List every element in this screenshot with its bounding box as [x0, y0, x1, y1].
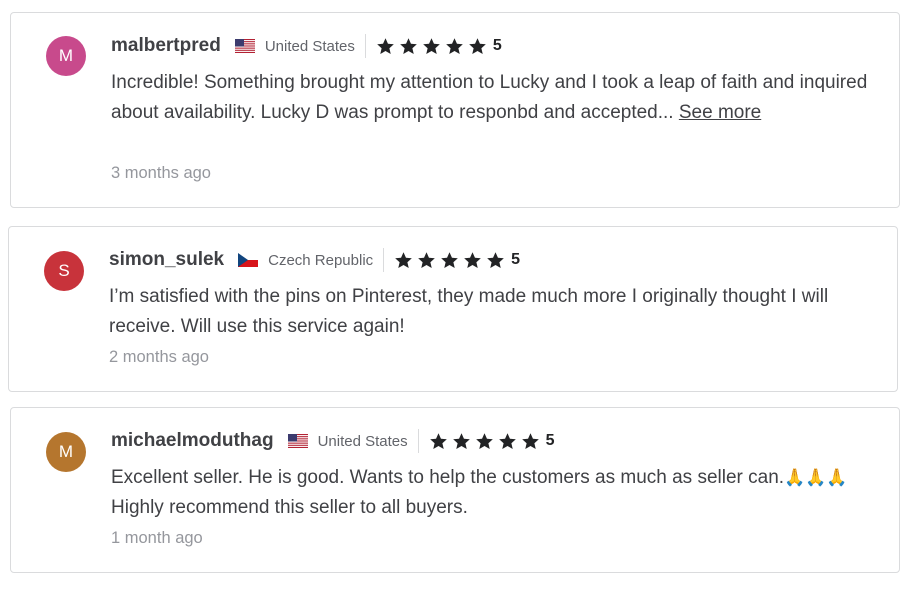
divider — [417, 429, 419, 453]
rating-value: 5 — [511, 251, 521, 268]
rating-value: 5 — [492, 37, 502, 54]
star-icon — [452, 432, 471, 451]
star-rating: 5 — [429, 432, 555, 451]
star-icon — [422, 37, 441, 56]
us-flag-icon — [235, 39, 255, 53]
review-body: Excellent seller. He is good. Wants to h… — [111, 467, 785, 488]
divider — [364, 34, 366, 58]
folded-hands-emoji: 🙏🙏🙏 — [784, 468, 848, 487]
avatar[interactable]: S — [44, 251, 84, 291]
star-icon — [440, 251, 459, 270]
us-flag-icon — [288, 434, 308, 448]
star-icon — [521, 432, 540, 451]
review-header: michaelmoduthag United States 5 — [111, 428, 555, 454]
star-icon — [463, 251, 482, 270]
country-name: Czech Republic — [268, 251, 374, 269]
country-name: United States — [317, 432, 408, 450]
star-icon — [399, 37, 418, 56]
star-icon — [417, 251, 436, 270]
star-rating: 5 — [376, 37, 502, 56]
star-icon — [429, 432, 448, 451]
rating-value: 5 — [545, 432, 555, 449]
star-icon — [468, 37, 487, 56]
see-more-link[interactable]: See more — [679, 102, 761, 123]
review-card: M malbertpred United States 5 Incredible… — [10, 12, 900, 208]
review-text: I’m satisfied with the pins on Pinterest… — [109, 286, 829, 337]
star-icon — [376, 37, 395, 56]
username[interactable]: michaelmoduthag — [111, 430, 274, 452]
avatar[interactable]: M — [46, 36, 86, 76]
review-text: Incredible! Something brought my attenti… — [111, 68, 881, 128]
divider — [383, 248, 385, 272]
country-name: United States — [264, 37, 355, 55]
review-header: malbertpred United States 5 — [111, 33, 502, 59]
review-text: Excellent seller. He is good. Wants to h… — [111, 463, 851, 523]
star-rating: 5 — [394, 251, 520, 270]
review-card: S simon_sulek Czech Republic 5 I’m satis… — [8, 226, 898, 392]
star-icon — [486, 251, 505, 270]
review-header: simon_sulek Czech Republic 5 — [109, 247, 520, 273]
review-body-continued: Highly recommend this seller to all buye… — [111, 497, 468, 518]
review-card: M michaelmoduthag United States 5 Excell… — [10, 407, 900, 573]
star-icon — [445, 37, 464, 56]
username[interactable]: simon_sulek — [109, 249, 224, 271]
username[interactable]: malbertpred — [111, 35, 221, 57]
star-icon — [498, 432, 517, 451]
review-time: 3 months ago — [111, 164, 211, 182]
avatar[interactable]: M — [46, 432, 86, 472]
cz-flag-icon — [238, 253, 258, 267]
review-time: 2 months ago — [109, 348, 209, 366]
star-icon — [475, 432, 494, 451]
star-icon — [394, 251, 413, 270]
review-time: 1 month ago — [111, 529, 203, 547]
